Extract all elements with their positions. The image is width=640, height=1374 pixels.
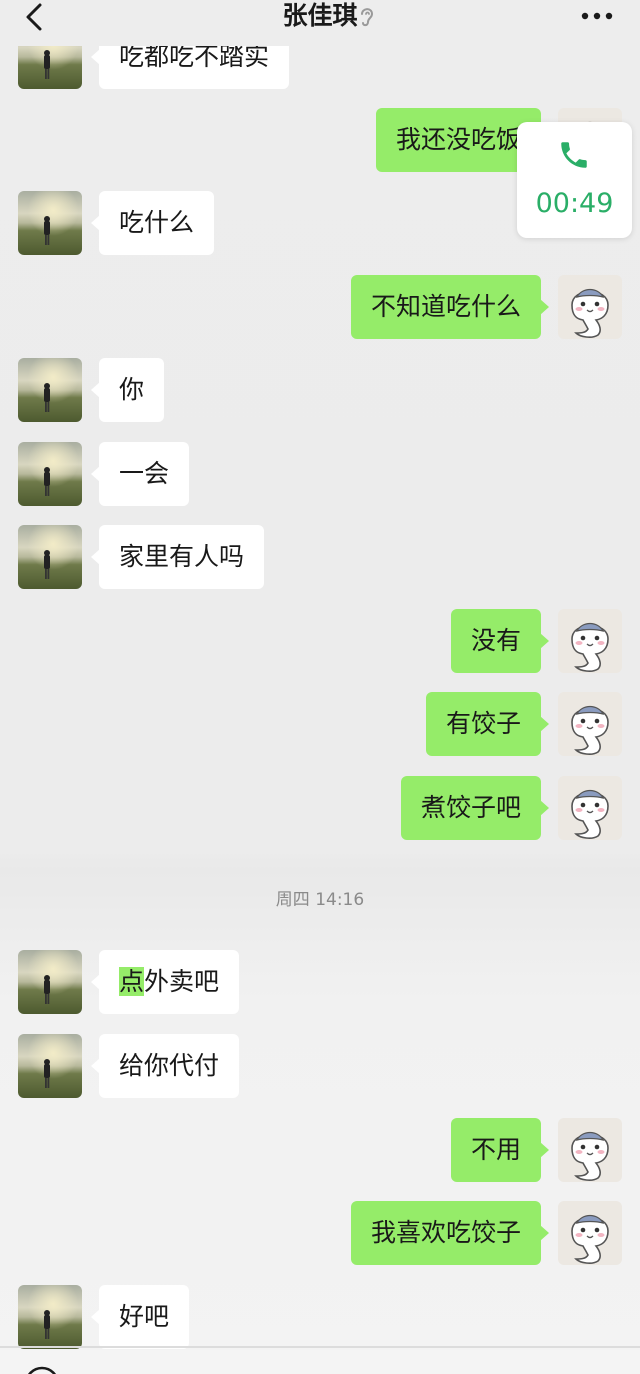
input-bar	[0, 1350, 640, 1374]
outgoing-message-bubble[interactable]: 煮饺子吧	[400, 776, 550, 840]
contact-avatar[interactable]	[18, 358, 82, 422]
chat-title: 张佳琪	[282, 1, 358, 30]
input-bar-divider	[0, 1346, 640, 1348]
my-avatar[interactable]	[558, 609, 622, 673]
outgoing-message-bubble[interactable]: 不用	[450, 1118, 550, 1182]
incoming-message-bubble[interactable]: 吃什么	[90, 191, 215, 255]
top-bar: 张佳琪	[0, 0, 640, 46]
outgoing-message-bubble[interactable]: 有饺子	[425, 692, 550, 756]
contact-avatar[interactable]	[18, 442, 82, 506]
contact-avatar[interactable]	[18, 950, 82, 1014]
my-avatar[interactable]	[558, 776, 622, 840]
contact-avatar[interactable]	[18, 1285, 82, 1349]
incoming-message-bubble[interactable]: 家里有人吗	[90, 525, 265, 589]
my-avatar[interactable]	[558, 692, 622, 756]
incoming-message-bubble[interactable]: 你	[90, 358, 165, 422]
contact-avatar[interactable]	[18, 1034, 82, 1098]
my-avatar[interactable]	[558, 275, 622, 339]
message-timestamp: 周四 14:16	[275, 890, 365, 910]
outgoing-message-bubble[interactable]: 我喜欢吃饺子	[350, 1201, 550, 1265]
my-avatar[interactable]	[558, 1201, 622, 1265]
contact-avatar[interactable]	[18, 525, 82, 589]
incoming-message-bubble[interactable]: 好吧	[90, 1285, 190, 1349]
outgoing-message-bubble[interactable]: 不知道吃什么	[350, 275, 550, 339]
ear-icon	[361, 8, 374, 27]
incoming-message-bubble[interactable]: 点外卖吧	[90, 950, 240, 1014]
more-dots-icon[interactable]	[580, 11, 614, 21]
message-text: 外卖吧	[144, 967, 220, 996]
my-avatar[interactable]	[558, 1118, 622, 1182]
contact-avatar[interactable]	[18, 191, 82, 255]
incoming-message-bubble[interactable]: 给你代付	[90, 1034, 240, 1098]
voice-input-icon[interactable]	[22, 1364, 62, 1374]
call-duration: 00:49	[535, 188, 614, 219]
selected-text[interactable]: 点	[119, 967, 145, 996]
incoming-message-bubble[interactable]: 一会	[90, 442, 190, 506]
phone-icon	[561, 142, 587, 168]
ongoing-call-widget[interactable]: 00:49	[517, 122, 632, 238]
outgoing-message-bubble[interactable]: 没有	[450, 609, 550, 673]
